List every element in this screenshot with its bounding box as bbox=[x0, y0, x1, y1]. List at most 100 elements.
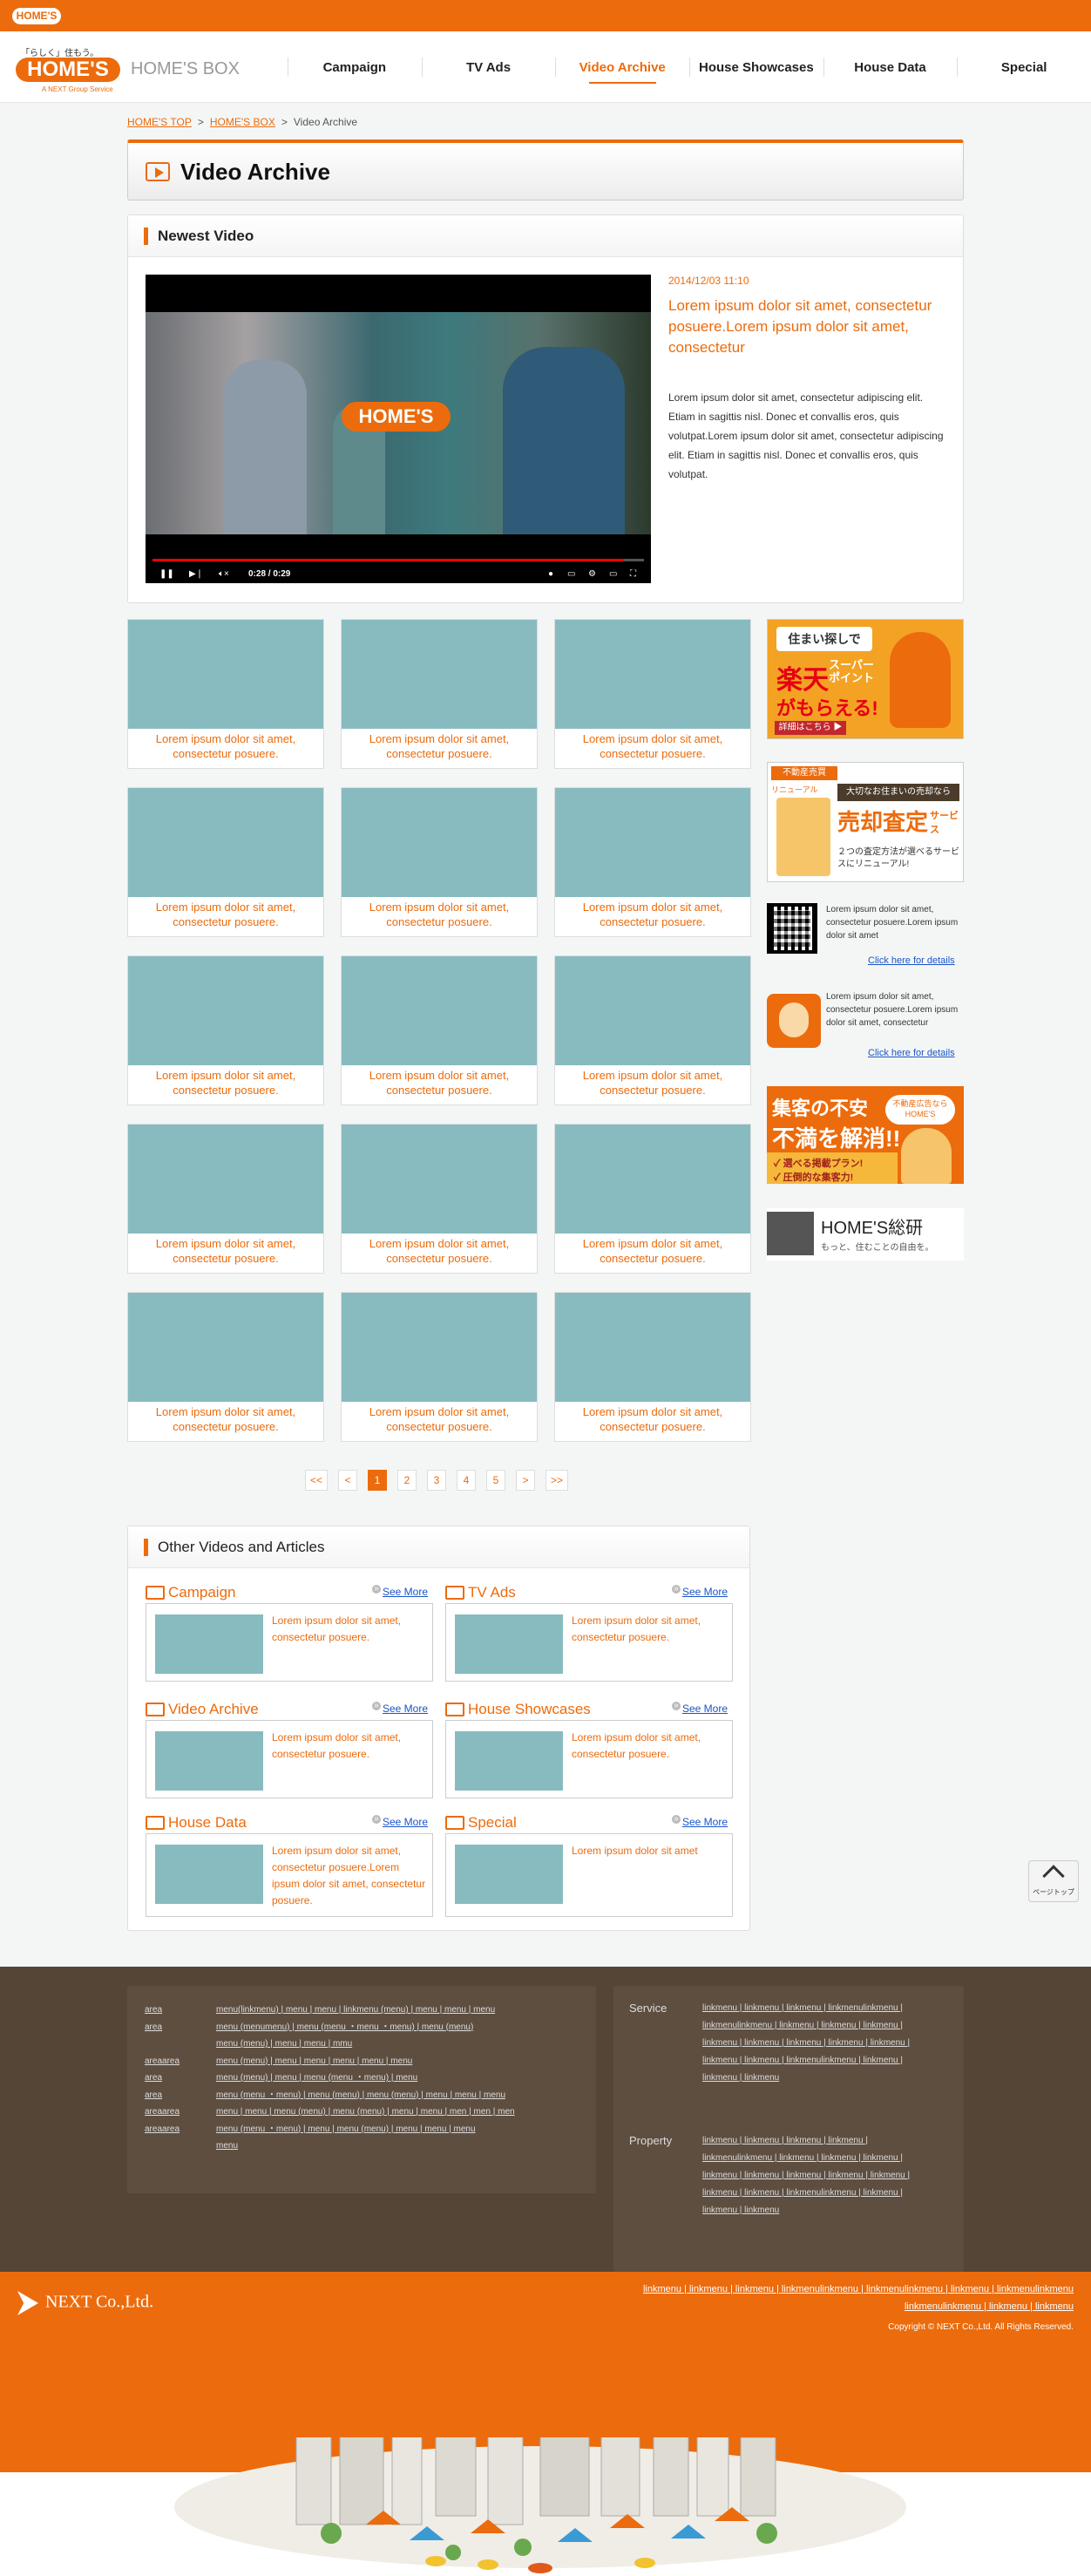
section-thumbnail[interactable] bbox=[455, 1845, 563, 1904]
footer-area-links[interactable]: menu (menu) | menu | menu | menu | menu … bbox=[216, 2053, 565, 2070]
mini-logo[interactable]: HOME'S bbox=[12, 8, 61, 24]
video-thumbnail[interactable] bbox=[555, 1293, 750, 1402]
next-logo[interactable]: NEXT Co.,Ltd. bbox=[17, 2291, 153, 2315]
see-more-link[interactable]: See More bbox=[671, 1702, 728, 1715]
property-links[interactable]: linkmenu | linkmenu | linkmenu | linkmen… bbox=[702, 2132, 911, 2219]
video-caption[interactable]: Lorem ipsum dolor sit amet, consectetur … bbox=[132, 900, 320, 929]
app-icon[interactable] bbox=[767, 994, 821, 1048]
video-card[interactable]: Lorem ipsum dolor sit amet, consectetur … bbox=[127, 1124, 324, 1274]
video-thumbnail[interactable] bbox=[342, 1293, 537, 1402]
nav-special[interactable]: Special bbox=[957, 31, 1091, 103]
video-thumbnail[interactable] bbox=[128, 1125, 323, 1234]
video-thumbnail[interactable] bbox=[555, 1125, 750, 1234]
rakuten-point-banner[interactable]: 住まい探しで 楽天 スーパー ポイント がもらえる! 詳細はこちら ▶ bbox=[767, 619, 964, 739]
video-caption[interactable]: Lorem ipsum dolor sit amet, consectetur … bbox=[559, 1404, 747, 1434]
video-thumbnail[interactable] bbox=[342, 788, 537, 897]
video-card[interactable]: Lorem ipsum dolor sit amet, consectetur … bbox=[127, 955, 324, 1105]
footer-link-group[interactable]: linkmenu | linkmenu | linkmenu | linkmen… bbox=[643, 2284, 1074, 2294]
page-button[interactable]: 4 bbox=[457, 1470, 476, 1491]
nav-house-data[interactable]: House Data bbox=[823, 31, 958, 103]
page-button[interactable]: 5 bbox=[486, 1470, 505, 1491]
video-thumbnail[interactable] bbox=[342, 956, 537, 1065]
video-caption[interactable]: Lorem ipsum dolor sit amet, consectetur … bbox=[345, 731, 533, 761]
breadcrumb-homes-box[interactable]: HOME'S BOX bbox=[210, 116, 275, 128]
page-button[interactable]: >> bbox=[546, 1470, 568, 1491]
video-title[interactable]: Lorem ipsum dolor sit amet, consectetur … bbox=[668, 296, 951, 358]
section-title[interactable]: House Data bbox=[168, 1814, 247, 1832]
section-box[interactable]: Lorem ipsum dolor sit amet, consectetur … bbox=[146, 1720, 433, 1798]
video-thumbnail[interactable] bbox=[128, 620, 323, 729]
video-card[interactable]: Lorem ipsum dolor sit amet, consectetur … bbox=[341, 1292, 538, 1442]
settings-icon[interactable]: ⚙ bbox=[588, 569, 596, 579]
section-thumbnail[interactable] bbox=[155, 1845, 263, 1904]
footer-area-links[interactable]: menu (menu) | menu | menu (menu ・menu) |… bbox=[216, 2070, 565, 2086]
footer-area-label[interactable]: area bbox=[145, 2002, 162, 2018]
section-text[interactable]: Lorem ipsum dolor sit amet, consectetur … bbox=[572, 1613, 727, 1646]
section-box[interactable]: Lorem ipsum dolor sit amet, consectetur … bbox=[445, 1603, 733, 1682]
section-text[interactable]: Lorem ipsum dolor sit amet bbox=[572, 1843, 727, 1859]
footer-area-links[interactable]: menu(linkmenu) | menu | menu | linkmenu … bbox=[216, 2002, 565, 2018]
section-box[interactable]: Lorem ipsum dolor sit amet bbox=[445, 1833, 733, 1917]
video-thumbnail[interactable] bbox=[128, 788, 323, 897]
video-card[interactable]: Lorem ipsum dolor sit amet, consectetur … bbox=[341, 619, 538, 769]
page-button[interactable]: 2 bbox=[397, 1470, 417, 1491]
footer-area-label[interactable]: area bbox=[145, 2087, 162, 2104]
section-text[interactable]: Lorem ipsum dolor sit amet, consectetur … bbox=[272, 1730, 427, 1763]
see-more-link[interactable]: See More bbox=[371, 1815, 428, 1828]
page-button[interactable]: << bbox=[305, 1470, 328, 1491]
section-thumbnail[interactable] bbox=[455, 1614, 563, 1674]
section-text[interactable]: Lorem ipsum dolor sit amet, consectetur … bbox=[272, 1613, 427, 1646]
captions-icon[interactable]: ● bbox=[548, 569, 553, 579]
fullscreen-icon[interactable]: ⛶ bbox=[630, 569, 636, 579]
see-more-link[interactable]: See More bbox=[671, 1585, 728, 1598]
next-icon[interactable]: ▶❘ bbox=[189, 569, 203, 579]
page-button[interactable]: 3 bbox=[427, 1470, 446, 1491]
section-title[interactable]: Special bbox=[468, 1814, 517, 1832]
video-thumbnail[interactable] bbox=[555, 956, 750, 1065]
video-caption[interactable]: Lorem ipsum dolor sit amet, consectetur … bbox=[345, 1068, 533, 1098]
footer-area-label[interactable]: area bbox=[145, 2070, 162, 2086]
homes-research-banner[interactable]: HOME'S総研 もっと、住むことの自由を。 bbox=[767, 1208, 964, 1261]
video-card[interactable]: Lorem ipsum dolor sit amet, consectetur … bbox=[554, 955, 751, 1105]
video-player[interactable]: HOME'S ❚❚ ▶❘ 🔈︎× 0:28 / 0:29 ● ▭ ⚙ ▭ ⛶ bbox=[146, 275, 651, 583]
section-title[interactable]: Video Archive bbox=[168, 1701, 259, 1718]
video-card[interactable]: Lorem ipsum dolor sit amet, consectetur … bbox=[341, 955, 538, 1105]
see-more-link[interactable]: See More bbox=[371, 1702, 428, 1715]
video-caption[interactable]: Lorem ipsum dolor sit amet, consectetur … bbox=[132, 1404, 320, 1434]
section-title[interactable]: House Showcases bbox=[468, 1701, 591, 1718]
nav-house-showcases[interactable]: House Showcases bbox=[689, 31, 823, 103]
video-card[interactable]: Lorem ipsum dolor sit amet, consectetur … bbox=[554, 1292, 751, 1442]
section-box[interactable]: Lorem ipsum dolor sit amet, consectetur … bbox=[146, 1603, 433, 1682]
video-caption[interactable]: Lorem ipsum dolor sit amet, consectetur … bbox=[132, 731, 320, 761]
page-button[interactable]: > bbox=[516, 1470, 535, 1491]
section-text[interactable]: Lorem ipsum dolor sit amet, consectetur … bbox=[272, 1843, 427, 1909]
section-box[interactable]: Lorem ipsum dolor sit amet, consectetur … bbox=[445, 1720, 733, 1798]
video-caption[interactable]: Lorem ipsum dolor sit amet, consectetur … bbox=[345, 900, 533, 929]
mute-icon[interactable]: 🔈︎× bbox=[219, 569, 229, 579]
video-thumbnail[interactable] bbox=[555, 620, 750, 729]
footer-area-links[interactable]: menu (menumenu) | menu (menu ・menu ・menu… bbox=[216, 2019, 565, 2036]
page-button[interactable]: 1 bbox=[368, 1470, 387, 1491]
breadcrumb-homes-top[interactable]: HOME'S TOP bbox=[127, 116, 192, 128]
qr-details-link[interactable]: Click here for details bbox=[868, 955, 955, 966]
video-caption[interactable]: Lorem ipsum dolor sit amet, consectetur … bbox=[559, 731, 747, 761]
video-caption[interactable]: Lorem ipsum dolor sit amet, consectetur … bbox=[559, 900, 747, 929]
video-thumbnail[interactable] bbox=[555, 788, 750, 897]
video-caption[interactable]: Lorem ipsum dolor sit amet, consectetur … bbox=[345, 1404, 533, 1434]
video-thumbnail[interactable] bbox=[128, 1293, 323, 1402]
video-caption[interactable]: Lorem ipsum dolor sit amet, consectetur … bbox=[559, 1068, 747, 1098]
page-top-button[interactable]: ページトップ bbox=[1028, 1860, 1079, 1902]
nav-campaign[interactable]: Campaign bbox=[288, 31, 422, 103]
footer-area-links[interactable]: menu bbox=[216, 2138, 565, 2154]
video-thumbnail[interactable] bbox=[128, 956, 323, 1065]
advertising-banner[interactable]: 集客の不安 不満を解消!! ✓ 選べる掲載プラン! ✓ 圧倒的な集客力! 不動産… bbox=[767, 1086, 964, 1184]
footer-area-links[interactable]: menu (menu ・menu) | menu (menu) | menu (… bbox=[216, 2087, 565, 2104]
homes-logo[interactable]: 「らしく」住もう。 HOME'S A NEXT Group Service bbox=[16, 45, 122, 96]
footer-area-label[interactable]: area bbox=[145, 2019, 162, 2036]
section-title[interactable]: Campaign bbox=[168, 1584, 236, 1601]
see-more-link[interactable]: See More bbox=[671, 1815, 728, 1828]
video-card[interactable]: Lorem ipsum dolor sit amet, consectetur … bbox=[341, 1124, 538, 1274]
nav-video-archive[interactable]: Video Archive bbox=[555, 31, 689, 103]
footer-area-label[interactable]: areaarea bbox=[145, 2053, 180, 2070]
video-card[interactable]: Lorem ipsum dolor sit amet, consectetur … bbox=[554, 1124, 751, 1274]
